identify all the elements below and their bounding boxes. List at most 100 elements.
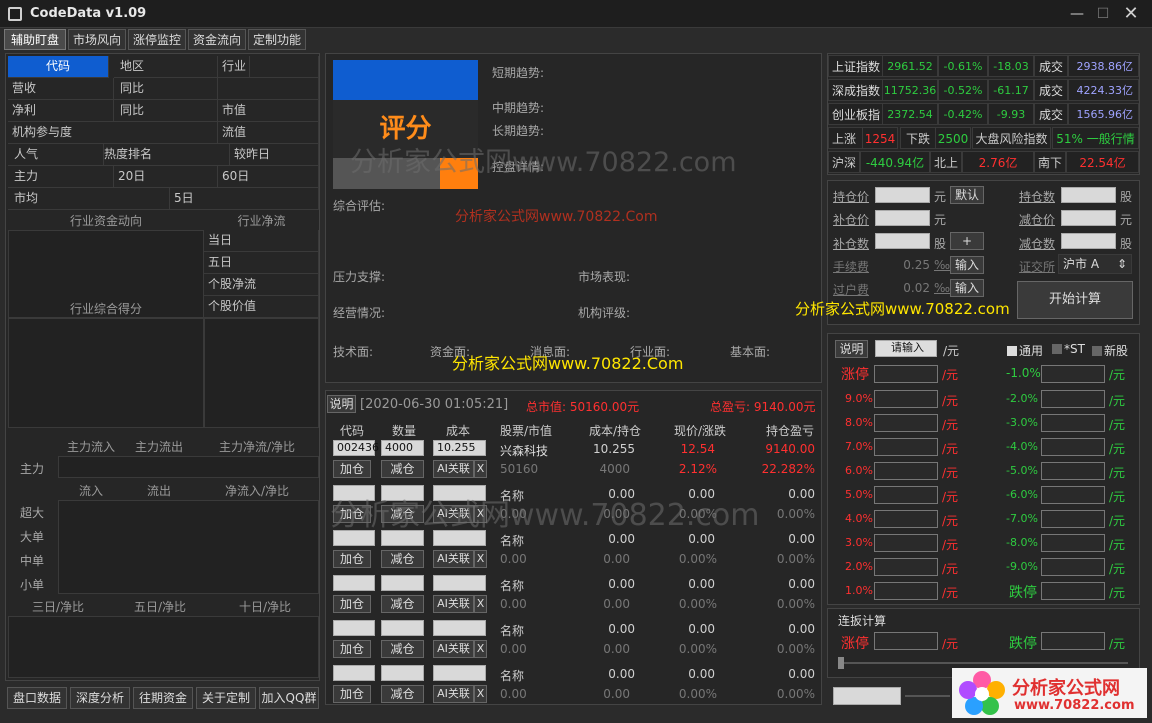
add-qty-input[interactable] — [875, 233, 930, 249]
start-calc-button[interactable]: 开始计算 — [1017, 281, 1133, 319]
limit-desc-button[interactable]: 说明 — [835, 340, 868, 358]
row-qty-input[interactable] — [381, 665, 424, 681]
opt-new[interactable]: 新股 — [1092, 342, 1128, 359]
reduce-position-button[interactable]: 减仓 — [381, 640, 424, 658]
limit-top-input[interactable] — [1041, 365, 1105, 383]
past-funds-button[interactable]: 往期资金 — [133, 687, 193, 709]
orderbook-button[interactable]: 盘口数据 — [7, 687, 67, 709]
maximize-icon[interactable]: ☐ — [1092, 4, 1114, 24]
reduce-qty-input[interactable] — [1061, 233, 1116, 249]
opt-general[interactable]: 通用 — [1007, 342, 1043, 359]
row-code-input[interactable] — [333, 620, 375, 636]
row-cost-input[interactable] — [433, 575, 486, 591]
default-button[interactable]: 默认 — [950, 186, 984, 204]
limit-down-price-input[interactable] — [1041, 558, 1105, 576]
ai-link-button[interactable]: AI关联 — [433, 595, 474, 613]
limit-down-price-input[interactable] — [1041, 534, 1105, 552]
reduce-position-button[interactable]: 减仓 — [381, 550, 424, 568]
limit-up-price-input[interactable] — [874, 414, 938, 432]
remove-row-button[interactable]: X — [474, 595, 487, 613]
bottom-input[interactable] — [833, 687, 901, 705]
add-position-button[interactable]: 加仓 — [333, 550, 371, 568]
deep-analysis-button[interactable]: 深度分析 — [70, 687, 130, 709]
remove-row-button[interactable]: X — [474, 550, 487, 568]
add-position-button[interactable]: 加仓 — [333, 460, 371, 478]
plus-button[interactable]: + — [950, 232, 984, 250]
limit-up-price-input[interactable] — [874, 462, 938, 480]
limit-down-price-input[interactable] — [1041, 582, 1105, 600]
add-position-button[interactable]: 加仓 — [333, 685, 371, 703]
reduce-price-input[interactable] — [1061, 210, 1116, 226]
reduce-position-button[interactable]: 减仓 — [381, 595, 424, 613]
close-icon[interactable]: ✕ — [1120, 4, 1142, 24]
row-code-input[interactable]: 002436 — [333, 440, 379, 456]
tab-limit-monitor[interactable]: 涨停监控 — [128, 29, 186, 50]
minimize-icon[interactable]: — — [1066, 4, 1088, 24]
row-cost-input[interactable] — [433, 620, 486, 636]
hold-price-input[interactable] — [875, 187, 930, 203]
add-price-input[interactable] — [875, 210, 930, 226]
remove-row-button[interactable]: X — [474, 505, 487, 523]
serial-slider-handle[interactable] — [838, 657, 844, 669]
limit-up-price-input[interactable] — [874, 510, 938, 528]
opt-st[interactable]: *ST — [1052, 342, 1085, 356]
ai-link-button[interactable]: AI关联 — [433, 460, 474, 478]
row-qty-input[interactable]: 4000 — [381, 440, 424, 456]
limit-down-price-input[interactable] — [1041, 414, 1105, 432]
add-position-button[interactable]: 加仓 — [333, 505, 371, 523]
row-cost-input[interactable] — [433, 530, 486, 546]
row-code-input[interactable] — [333, 485, 375, 501]
limit-down-price-input[interactable] — [1041, 486, 1105, 504]
fee-input-button[interactable]: 输入 — [950, 256, 984, 274]
limit-down-price-input[interactable] — [1041, 462, 1105, 480]
row-code-input[interactable] — [333, 575, 375, 591]
row-code-input[interactable] — [333, 530, 375, 546]
serial-down-input[interactable] — [1041, 632, 1105, 650]
reduce-position-button[interactable]: 减仓 — [381, 460, 424, 478]
exchange-select[interactable]: 沪市 A ⇕ — [1058, 254, 1132, 274]
row-qty-input[interactable] — [381, 530, 424, 546]
limit-up-price-input[interactable] — [874, 582, 938, 600]
limit-up-price-input[interactable] — [874, 390, 938, 408]
remove-row-button[interactable]: X — [474, 640, 487, 658]
transfer-input-button[interactable]: 输入 — [950, 279, 984, 297]
limit-up-input[interactable] — [874, 365, 938, 383]
ai-link-button[interactable]: AI关联 — [433, 505, 474, 523]
remove-row-button[interactable]: X — [474, 685, 487, 703]
serial-slider-track[interactable] — [840, 662, 1128, 664]
limit-up-price-input[interactable] — [874, 438, 938, 456]
row-code-input[interactable] — [333, 665, 375, 681]
limit-down-price-input[interactable] — [1041, 510, 1105, 528]
limit-up-price-input[interactable] — [874, 486, 938, 504]
limit-down-price-input[interactable] — [1041, 390, 1105, 408]
limit-down-price-input[interactable] — [1041, 438, 1105, 456]
limit-price-input[interactable]: 请输入 — [875, 340, 937, 357]
ai-link-button[interactable]: AI关联 — [433, 640, 474, 658]
transfer-value[interactable]: 0.02 — [875, 281, 930, 295]
trade-desc-button[interactable]: 说明 — [327, 395, 356, 413]
serial-up-input[interactable] — [874, 632, 938, 650]
ai-link-button[interactable]: AI关联 — [433, 550, 474, 568]
limit-up-price-input[interactable] — [874, 534, 938, 552]
fee-value[interactable]: 0.25 — [875, 258, 930, 272]
remove-row-button[interactable]: X — [474, 460, 487, 478]
row-qty-input[interactable] — [381, 575, 424, 591]
add-position-button[interactable]: 加仓 — [333, 640, 371, 658]
tab-fund-flow[interactable]: 资金流向 — [188, 29, 246, 50]
ai-link-button[interactable]: AI关联 — [433, 685, 474, 703]
tab-assist[interactable]: 辅助盯盘 — [4, 29, 66, 50]
hold-qty-input[interactable] — [1061, 187, 1116, 203]
add-position-button[interactable]: 加仓 — [333, 595, 371, 613]
limit-up-price-input[interactable] — [874, 558, 938, 576]
row-qty-input[interactable] — [381, 485, 424, 501]
row-qty-input[interactable] — [381, 620, 424, 636]
join-qq-button[interactable]: 加入QQ群 — [259, 687, 319, 709]
tab-custom[interactable]: 定制功能 — [248, 29, 306, 50]
bottom-slider-track[interactable] — [905, 695, 950, 697]
reduce-position-button[interactable]: 减仓 — [381, 505, 424, 523]
tab-market-trend[interactable]: 市场风向 — [68, 29, 126, 50]
about-custom-button[interactable]: 关于定制 — [196, 687, 256, 709]
row-cost-input[interactable] — [433, 665, 486, 681]
row-cost-input[interactable]: 10.255 — [433, 440, 486, 456]
row-cost-input[interactable] — [433, 485, 486, 501]
